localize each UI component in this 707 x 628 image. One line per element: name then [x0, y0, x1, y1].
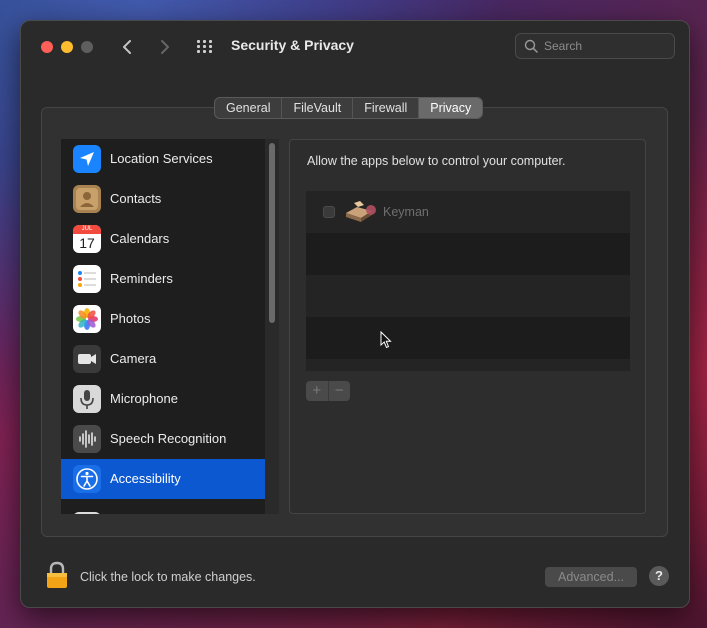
sidebar-item-calendars[interactable]: JUL 17 Calendars: [61, 219, 265, 259]
microphone-icon: [73, 385, 101, 413]
empty-row: [306, 233, 630, 275]
sidebar-scrollbar[interactable]: [265, 139, 279, 514]
sidebar-item-accessibility[interactable]: Accessibility: [61, 459, 265, 499]
help-button[interactable]: ?: [649, 566, 669, 586]
search-input[interactable]: [544, 37, 668, 55]
add-remove-buttons: + −: [306, 381, 350, 401]
close-button[interactable]: [41, 41, 53, 53]
calendar-day: 17: [79, 235, 95, 251]
tab-general[interactable]: General: [215, 98, 283, 118]
add-button[interactable]: +: [306, 381, 328, 401]
sidebar-item-label: Photos: [110, 311, 151, 326]
tab-bar: General FileVault Firewall Privacy: [214, 97, 484, 119]
sidebar-item-camera[interactable]: Camera: [61, 339, 265, 379]
chevron-left-icon: [123, 40, 131, 54]
sidebar-item-label: Microphone: [110, 391, 178, 406]
sidebar-item-reminders[interactable]: Reminders: [61, 259, 265, 299]
empty-row: [306, 317, 630, 359]
lock-icon[interactable]: [44, 561, 70, 589]
sidebar-item-speech-recognition[interactable]: Speech Recognition: [61, 419, 265, 459]
tab-filevault[interactable]: FileVault: [282, 98, 354, 118]
advanced-button[interactable]: Advanced...: [545, 567, 637, 587]
search-field[interactable]: [515, 33, 675, 59]
sidebar-item-photos[interactable]: Photos: [61, 299, 265, 339]
pane-heading: Allow the apps below to control your com…: [307, 154, 566, 168]
sidebar-item-label: Reminders: [110, 271, 173, 286]
window-title: Security & Privacy: [231, 37, 354, 53]
app-checkbox[interactable]: [323, 206, 335, 218]
sidebar-item-partial[interactable]: [61, 499, 265, 514]
titlebar: Security & Privacy: [21, 21, 689, 73]
minimize-button[interactable]: [61, 41, 73, 53]
zoom-button[interactable]: [81, 41, 93, 53]
tab-privacy[interactable]: Privacy: [419, 98, 483, 118]
contacts-icon: [73, 185, 101, 213]
forward-button[interactable]: [153, 35, 175, 59]
waveform-icon: [73, 425, 101, 453]
calendar-icon: JUL 17: [73, 225, 101, 253]
back-button[interactable]: [117, 35, 139, 59]
partial-item-icon: [73, 512, 101, 514]
calendar-month: JUL: [81, 226, 93, 232]
location-arrow-icon: [73, 145, 101, 173]
keyman-icon: [346, 201, 376, 222]
photos-icon: [73, 305, 101, 333]
sidebar-item-microphone[interactable]: Microphone: [61, 379, 265, 419]
sidebar-item-label: Accessibility: [110, 471, 181, 486]
sidebar-item-label: Speech Recognition: [110, 431, 227, 446]
sidebar-item-label: Calendars: [110, 231, 170, 246]
lock-message: Click the lock to make changes.: [80, 570, 256, 584]
reminders-icon: [73, 265, 101, 293]
app-name: Keyman: [383, 205, 429, 219]
empty-row: [306, 359, 630, 371]
list-item[interactable]: Keyman: [306, 191, 630, 233]
sidebar-item-contacts[interactable]: Contacts: [61, 179, 265, 219]
accessibility-icon: [73, 465, 101, 493]
search-icon: [524, 39, 538, 53]
empty-row: [306, 275, 630, 317]
preferences-window: Security & Privacy General FileVault Fir…: [20, 20, 690, 608]
tab-firewall[interactable]: Firewall: [353, 98, 420, 118]
mouse-pointer-icon: [380, 331, 392, 349]
sidebar-item-location-services[interactable]: Location Services: [61, 139, 265, 179]
camera-icon: [73, 345, 101, 373]
privacy-category-list: Location Services Contacts JUL 17 Calend…: [61, 139, 265, 514]
sidebar-item-label: Camera: [110, 351, 157, 366]
remove-button[interactable]: −: [327, 381, 351, 401]
sidebar-item-label: Location Services: [110, 151, 213, 166]
chevron-right-icon: [161, 40, 169, 54]
scroll-thumb[interactable]: [269, 143, 275, 323]
app-list: Keyman: [306, 191, 630, 371]
sidebar-item-label: Contacts: [110, 191, 162, 206]
show-all-grid-icon[interactable]: [197, 40, 215, 54]
